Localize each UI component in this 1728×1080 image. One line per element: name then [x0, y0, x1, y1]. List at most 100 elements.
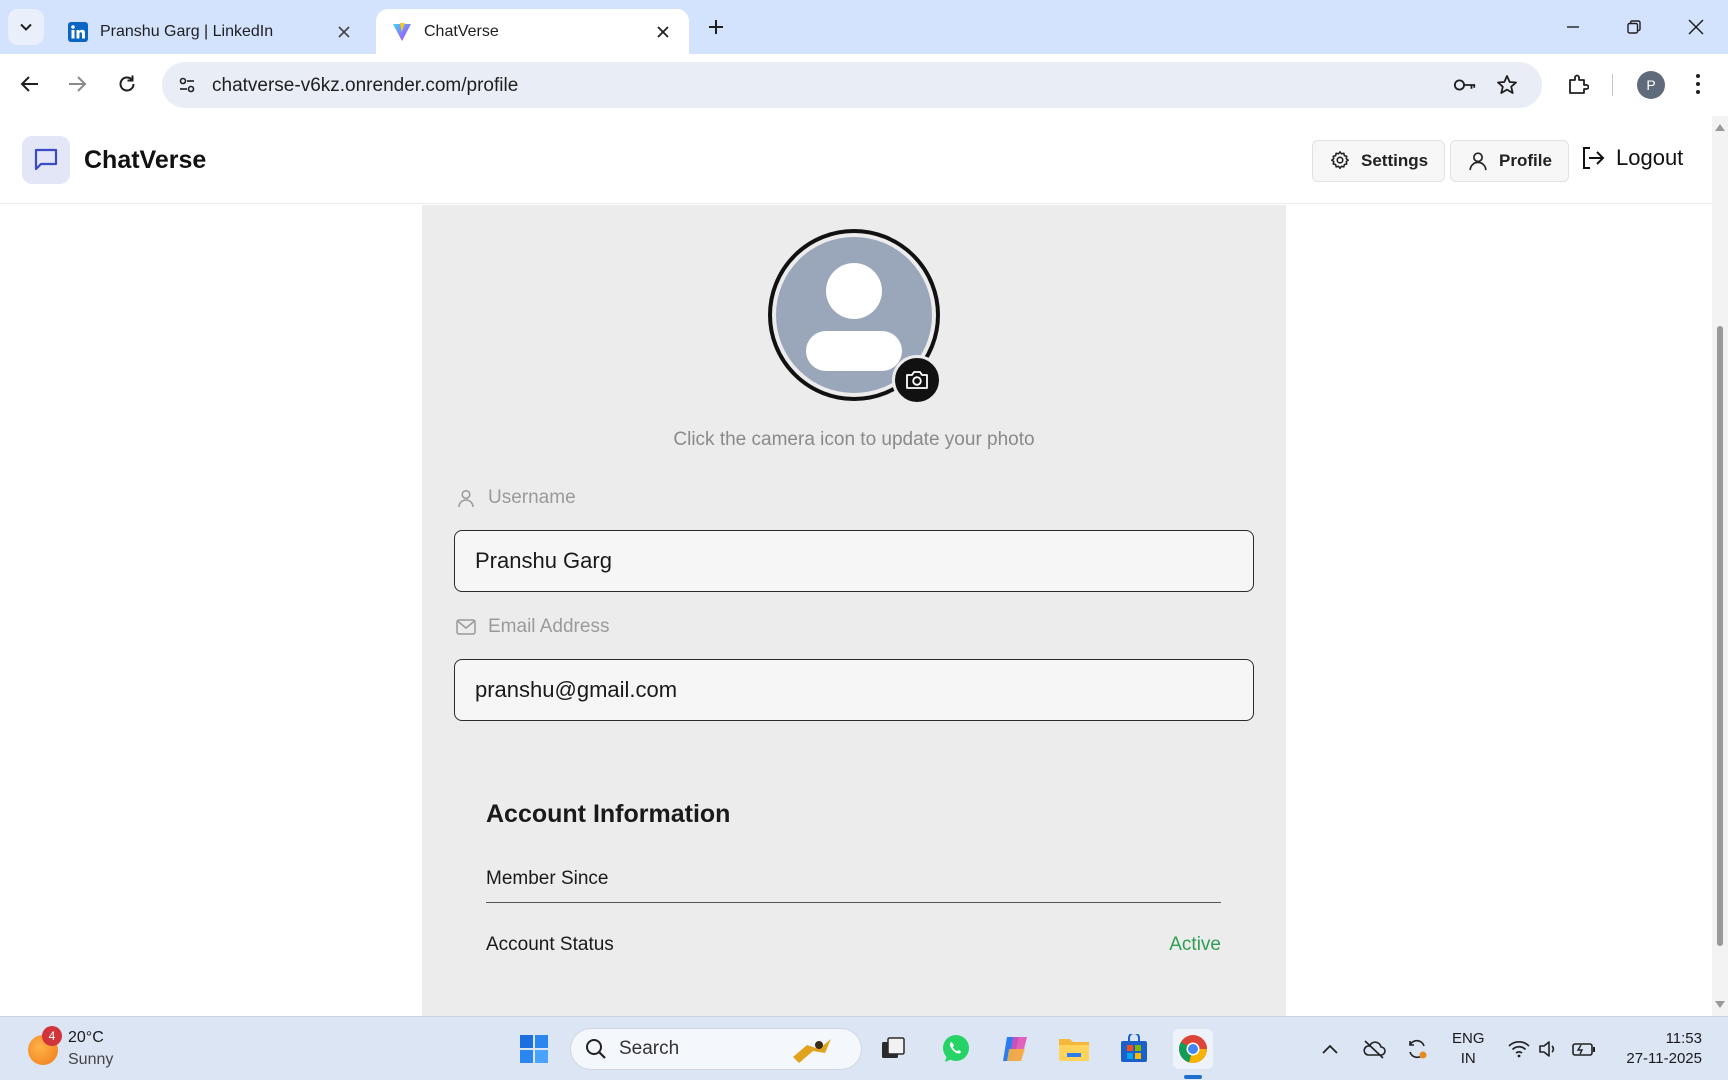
- tab-linkedin[interactable]: Pranshu Garg | LinkedIn: [52, 9, 370, 54]
- reload-button[interactable]: [109, 66, 145, 102]
- account-status-label: Account Status: [486, 934, 614, 955]
- search-placeholder: Search: [619, 1038, 680, 1059]
- user-icon: [1469, 152, 1487, 171]
- email-value: pranshu@gmail.com: [475, 677, 678, 702]
- search-highlight-icon: [793, 1039, 831, 1063]
- toolbar-divider: [1612, 74, 1613, 96]
- settings-button[interactable]: Settings: [1312, 140, 1446, 182]
- user-icon: [458, 489, 474, 508]
- whatsapp-icon[interactable]: [936, 1029, 976, 1069]
- tune-icon: [179, 77, 195, 93]
- vite-icon: [393, 22, 411, 41]
- browser-profile-avatar[interactable]: P: [1637, 71, 1665, 99]
- volume-icon[interactable]: [1537, 1037, 1561, 1061]
- minimize-button[interactable]: [1550, 10, 1596, 44]
- battery-icon[interactable]: [1572, 1037, 1596, 1061]
- logout-label: Logout: [1616, 145, 1684, 170]
- email-field[interactable]: pranshu@gmail.com: [454, 659, 1254, 721]
- brand-name[interactable]: ChatVerse: [84, 146, 206, 175]
- active-app-indicator: [1184, 1075, 1202, 1079]
- copilot-icon[interactable]: [995, 1029, 1035, 1069]
- clock-date: 27-11-2025: [1626, 1050, 1702, 1067]
- site-info-button[interactable]: [172, 70, 202, 100]
- account-info-title: Account Information: [486, 800, 731, 828]
- page-scrollbar[interactable]: [1712, 116, 1728, 1016]
- browser-toolbar: chatverse-v6kz.onrender.com/profile P: [0, 54, 1728, 116]
- username-value: Pranshu Garg: [475, 548, 612, 573]
- wifi-icon[interactable]: [1507, 1037, 1531, 1061]
- extensions-icon[interactable]: [1563, 69, 1593, 99]
- chrome-icon[interactable]: [1173, 1029, 1213, 1069]
- reload-icon: [119, 75, 135, 92]
- close-icon: [1688, 19, 1704, 35]
- tab-search-button[interactable]: [8, 9, 44, 45]
- close-window-button[interactable]: [1673, 10, 1719, 44]
- upload-photo-button[interactable]: [892, 355, 942, 405]
- address-bar[interactable]: chatverse-v6kz.onrender.com/profile: [162, 62, 1542, 108]
- more-menu-icon[interactable]: [1683, 69, 1713, 99]
- new-tab-button[interactable]: [702, 13, 730, 41]
- weather-badge: 4: [42, 1026, 62, 1046]
- username-label: Username: [456, 487, 576, 509]
- microsoft-store-icon[interactable]: [1114, 1029, 1154, 1069]
- tab-chatverse[interactable]: ChatVerse: [376, 9, 689, 54]
- email-label: Email Address: [456, 616, 609, 638]
- tab-title: ChatVerse: [424, 22, 499, 40]
- logout-icon: [1583, 147, 1605, 169]
- show-hidden-icons-chevron-up-icon[interactable]: [1318, 1037, 1342, 1061]
- username-field[interactable]: Pranshu Garg: [454, 530, 1254, 592]
- arrow-right-icon: [69, 76, 87, 92]
- profile-card: Click the camera icon to update your pho…: [422, 205, 1286, 1016]
- task-view-icon[interactable]: [873, 1029, 913, 1069]
- arrow-left-icon: [20, 76, 38, 92]
- scroll-up-icon[interactable]: [1715, 122, 1725, 132]
- linkedin-icon: [68, 21, 88, 42]
- clock-time: 11:53: [1665, 1030, 1702, 1047]
- page-viewport: ChatVerse Settings Profile Logout Click …: [0, 116, 1712, 1016]
- tab-title: Pranshu Garg | LinkedIn: [100, 22, 274, 40]
- close-tab-icon[interactable]: [653, 22, 673, 42]
- gear-icon: [1330, 151, 1350, 170]
- member-since-row: Member Since: [486, 868, 1221, 903]
- forward-button[interactable]: [59, 66, 95, 102]
- profile-button[interactable]: Profile: [1450, 140, 1569, 182]
- chevron-down-icon: [20, 23, 32, 31]
- weather-desc[interactable]: Sunny: [68, 1051, 113, 1069]
- language-code: ENG: [1452, 1030, 1485, 1047]
- chat-bubble-icon[interactable]: [22, 136, 70, 184]
- member-since-label: Member Since: [486, 868, 609, 889]
- language-indicator[interactable]: ENG IN: [1452, 1029, 1485, 1069]
- search-icon: [586, 1039, 606, 1059]
- scroll-down-icon[interactable]: [1715, 1000, 1725, 1010]
- restore-button[interactable]: [1611, 10, 1657, 44]
- taskbar-search[interactable]: Search: [570, 1028, 862, 1070]
- close-tab-icon[interactable]: [334, 22, 354, 42]
- sync-icon[interactable]: [1405, 1037, 1429, 1061]
- bookmark-star-icon[interactable]: [1495, 73, 1519, 97]
- profile-label: Profile: [1499, 151, 1552, 170]
- windows-start-icon[interactable]: [514, 1029, 554, 1069]
- settings-label: Settings: [1361, 151, 1429, 170]
- browser-tabstrip: Pranshu Garg | LinkedIn ChatVerse: [0, 0, 1728, 54]
- url-text[interactable]: chatverse-v6kz.onrender.com/profile: [212, 75, 518, 97]
- account-status-row: Account Status Active: [486, 934, 1221, 956]
- onedrive-offline-icon[interactable]: [1362, 1037, 1386, 1061]
- camera-icon: [906, 371, 928, 389]
- logout-button[interactable]: Logout: [1580, 145, 1683, 171]
- region-code: IN: [1460, 1050, 1476, 1067]
- email-label-text: Email Address: [488, 616, 610, 637]
- password-key-icon[interactable]: [1453, 73, 1477, 97]
- app-header: ChatVerse Settings Profile Logout: [0, 116, 1712, 204]
- scroll-thumb[interactable]: [1717, 326, 1723, 946]
- weather-temp[interactable]: 20°C: [68, 1029, 104, 1047]
- mail-icon: [456, 619, 476, 635]
- username-label-text: Username: [488, 487, 576, 508]
- avatar-body: [806, 331, 902, 371]
- taskbar: 4 20°C Sunny Search ENG IN 11:53 27-11-2…: [0, 1016, 1728, 1080]
- status-badge: Active: [1169, 934, 1221, 955]
- file-explorer-icon[interactable]: [1054, 1029, 1094, 1069]
- avatar-head: [826, 263, 882, 319]
- system-clock[interactable]: 11:53 27-11-2025: [1626, 1029, 1702, 1069]
- minimize-icon: [1567, 26, 1579, 28]
- back-button[interactable]: [12, 66, 48, 102]
